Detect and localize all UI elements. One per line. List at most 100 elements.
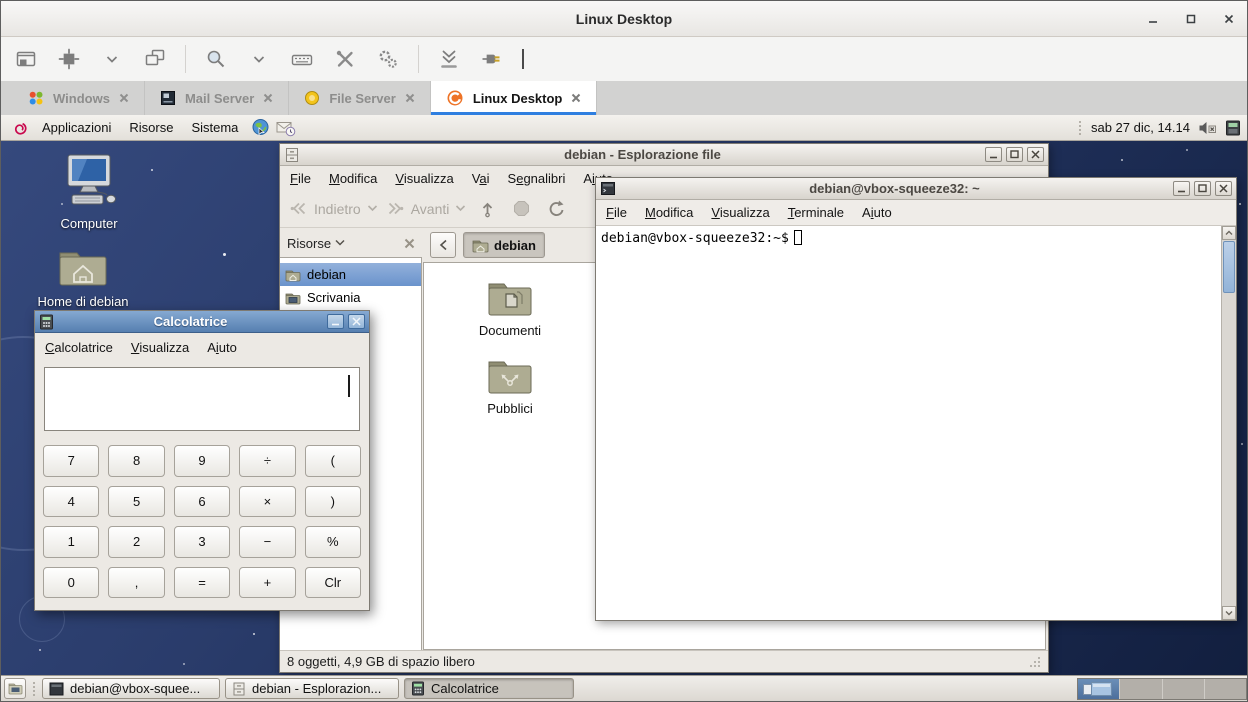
key-9[interactable]: 9: [174, 445, 230, 477]
panel-drag-handle[interactable]: [1077, 121, 1083, 135]
scroll-up-icon[interactable]: [1222, 226, 1236, 240]
close-icon[interactable]: [404, 238, 415, 249]
scroll-down-icon[interactable]: [1222, 606, 1236, 620]
fullscreen-icon[interactable]: [56, 46, 82, 72]
up-icon[interactable]: [474, 196, 500, 222]
sidebar-item-scrivania[interactable]: Scrivania: [280, 286, 421, 309]
key-8[interactable]: 8: [108, 445, 164, 477]
menu-segnalibri[interactable]: Segnalibri: [508, 171, 566, 186]
key-close-paren[interactable]: ): [305, 486, 361, 518]
chevron-down-icon[interactable]: [246, 46, 272, 72]
key-multiply[interactable]: ×: [239, 486, 295, 518]
menu-visualizza[interactable]: Visualizza: [711, 205, 769, 220]
workspace-1[interactable]: [1078, 679, 1120, 699]
usb-redirect-icon[interactable]: [436, 46, 462, 72]
key-plus[interactable]: +: [239, 567, 295, 599]
key-percent[interactable]: %: [305, 526, 361, 558]
show-desktop-button[interactable]: [4, 678, 26, 699]
menu-aiuto[interactable]: Aiuto: [207, 340, 237, 355]
terminal-scrollbar[interactable]: [1221, 226, 1236, 620]
menu-visualizza[interactable]: Visualizza: [131, 340, 189, 355]
maximize-icon[interactable]: [1194, 181, 1211, 196]
maximize-icon[interactable]: [1183, 11, 1199, 27]
key-0[interactable]: 0: [43, 567, 99, 599]
reload-icon[interactable]: [542, 196, 568, 222]
key-3[interactable]: 3: [174, 526, 230, 558]
workspace-3[interactable]: [1163, 679, 1205, 699]
chevron-down-icon[interactable]: [335, 239, 345, 247]
close-icon[interactable]: [1027, 147, 1044, 162]
mail-clock-icon[interactable]: [273, 115, 299, 141]
key-6[interactable]: 6: [174, 486, 230, 518]
terminal-applet-icon[interactable]: [1225, 120, 1241, 136]
volume-muted-icon[interactable]: [1198, 120, 1217, 136]
scrollbar-thumb[interactable]: [1223, 241, 1235, 293]
key-comma[interactable]: ,: [108, 567, 164, 599]
key-open-paren[interactable]: (: [305, 445, 361, 477]
close-icon[interactable]: [405, 93, 415, 103]
task-terminal[interactable]: debian@vbox-squee...: [42, 678, 220, 699]
workspace-2[interactable]: [1120, 679, 1162, 699]
key-equals[interactable]: =: [174, 567, 230, 599]
calculator-display[interactable]: [44, 367, 360, 431]
forward-button[interactable]: Avanti: [386, 200, 467, 217]
key-divide[interactable]: ÷: [239, 445, 295, 477]
panel-menu-applicazioni[interactable]: Applicazioni: [33, 118, 120, 137]
panel-menu-sistema[interactable]: Sistema: [182, 118, 247, 137]
minimize-icon[interactable]: [327, 314, 344, 329]
file-item-documenti[interactable]: Documenti: [462, 277, 558, 338]
sidebar-item-debian[interactable]: debian: [280, 263, 421, 286]
console-window-icon[interactable]: [13, 46, 39, 72]
key-5[interactable]: 5: [108, 486, 164, 518]
stop-icon[interactable]: [508, 196, 534, 222]
zoom-icon[interactable]: [203, 46, 229, 72]
workspace-4[interactable]: [1205, 679, 1246, 699]
menu-terminale[interactable]: Terminale: [788, 205, 844, 220]
taskbar-drag-handle[interactable]: [31, 682, 37, 696]
tab-linux-desktop[interactable]: Linux Desktop: [431, 81, 598, 115]
power-plug-icon[interactable]: [479, 46, 505, 72]
location-button-debian[interactable]: debian: [463, 232, 545, 258]
keyboard-icon[interactable]: [289, 46, 315, 72]
task-calculator[interactable]: Calcolatrice: [404, 678, 574, 699]
menu-modifica[interactable]: Modifica: [329, 171, 377, 186]
menu-modifica[interactable]: Modifica: [645, 205, 693, 220]
tab-file-server[interactable]: File Server: [289, 81, 431, 115]
close-icon[interactable]: [348, 314, 365, 329]
menu-file[interactable]: File: [290, 171, 311, 186]
desktop[interactable]: Computer Home di debian debian - Esplora…: [1, 141, 1247, 675]
windows-list-icon[interactable]: [142, 46, 168, 72]
terminal-titlebar[interactable]: debian@vbox-squeeze32: ~: [596, 178, 1236, 200]
key-1[interactable]: 1: [43, 526, 99, 558]
key-4[interactable]: 4: [43, 486, 99, 518]
file-manager-titlebar[interactable]: debian - Esplorazione file: [280, 144, 1048, 166]
tab-windows[interactable]: Windows: [13, 81, 145, 115]
web-browser-icon[interactable]: [247, 115, 273, 141]
debian-logo-icon[interactable]: [7, 115, 33, 141]
chevron-down-icon[interactable]: [99, 46, 125, 72]
sidebar-title[interactable]: Risorse: [287, 236, 331, 251]
panel-menu-risorse[interactable]: Risorse: [120, 118, 182, 137]
panel-clock[interactable]: sab 27 dic, 14.14: [1091, 120, 1190, 135]
scroll-left-button[interactable]: [430, 232, 456, 258]
close-icon[interactable]: [119, 93, 129, 103]
key-minus[interactable]: −: [239, 526, 295, 558]
desktop-icon-computer[interactable]: Computer: [33, 153, 145, 231]
menu-visualizza[interactable]: Visualizza: [395, 171, 453, 186]
tools-icon[interactable]: [332, 46, 358, 72]
maximize-icon[interactable]: [1006, 147, 1023, 162]
close-icon[interactable]: [1215, 181, 1232, 196]
minimize-icon[interactable]: [985, 147, 1002, 162]
close-icon[interactable]: [571, 93, 581, 103]
terminal-window[interactable]: debian@vbox-squeeze32: ~ File Modifica V…: [595, 177, 1237, 621]
desktop-icon-home[interactable]: Home di debian: [27, 245, 139, 309]
resize-grip-icon[interactable]: [1029, 656, 1041, 668]
key-clear[interactable]: Clr: [305, 567, 361, 599]
task-file-manager[interactable]: debian - Esplorazion...: [225, 678, 399, 699]
calculator-titlebar[interactable]: Calcolatrice: [35, 311, 369, 333]
calculator-window[interactable]: Calcolatrice Calcolatrice Visualizza Aiu…: [34, 310, 370, 611]
terminal-output[interactable]: debian@vbox-squeeze32:~$: [596, 226, 1221, 620]
key-7[interactable]: 7: [43, 445, 99, 477]
gears-icon[interactable]: [375, 46, 401, 72]
tab-mail-server[interactable]: Mail Server: [145, 81, 289, 115]
